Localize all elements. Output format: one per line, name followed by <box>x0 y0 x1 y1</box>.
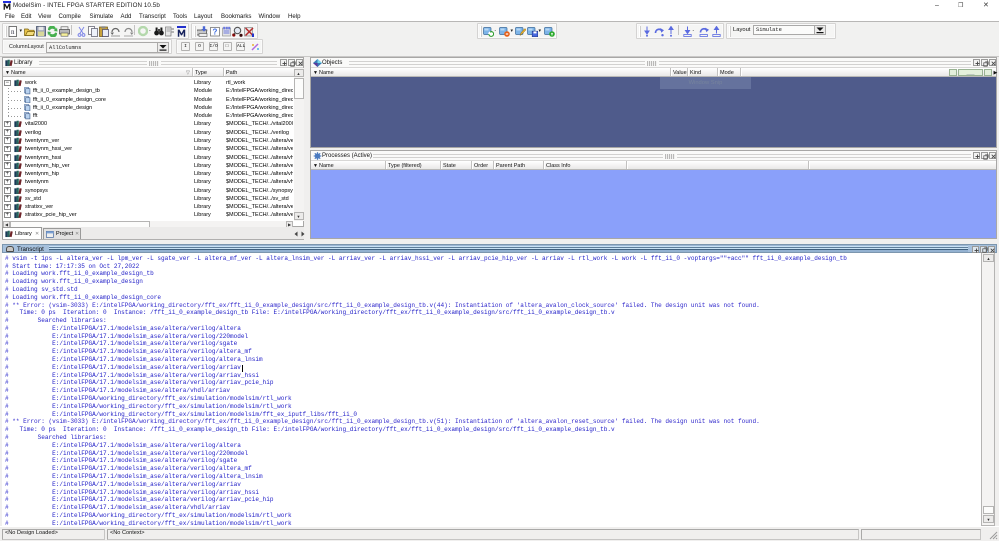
svg-text:?: ? <box>213 28 218 37</box>
svg-text:n: n <box>11 28 15 36</box>
